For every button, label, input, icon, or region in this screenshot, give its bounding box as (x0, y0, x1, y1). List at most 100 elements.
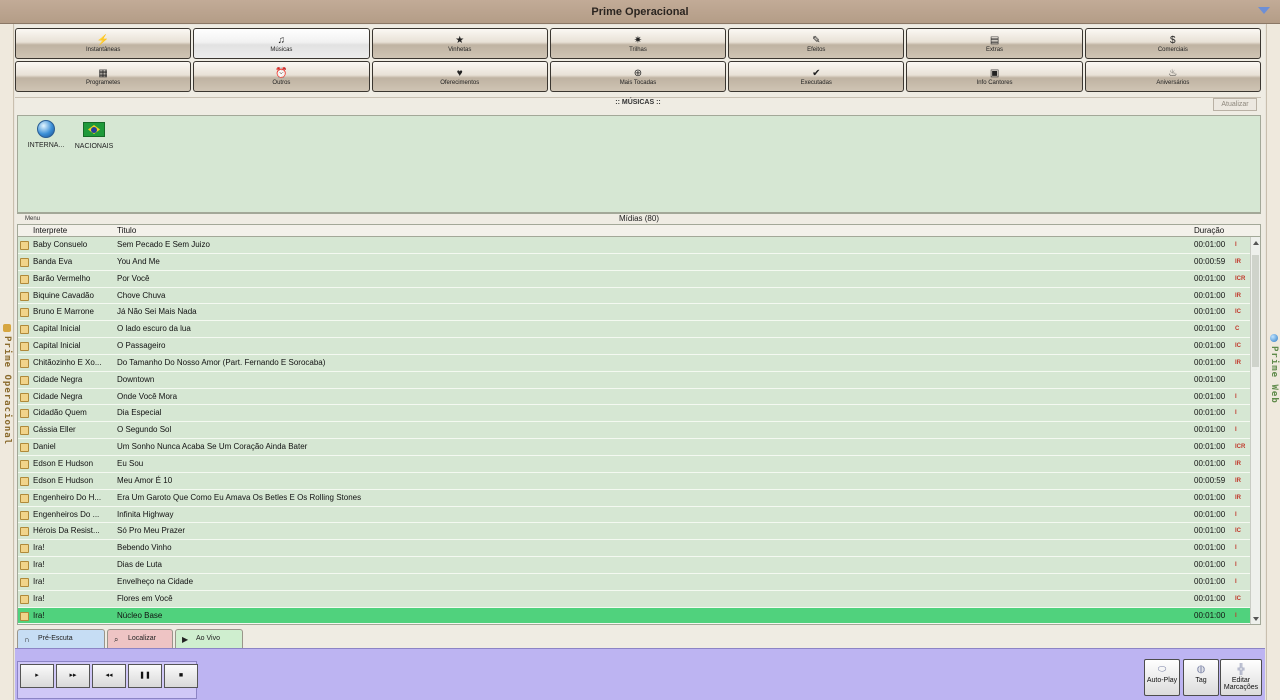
cell-titulo: Núcleo Base (117, 610, 163, 620)
category-toolbar-row-1: ⚡ Instantâneas ♫ Músicas ★ Vinhetas ✷ Trilhas ✎ E… (15, 28, 1261, 59)
table-scrollbar[interactable] (1250, 237, 1260, 624)
play-button[interactable]: ▸ (20, 664, 54, 688)
pause-button[interactable]: ❚❚ (128, 664, 162, 688)
category-button-programetes[interactable]: ▦ Programetes (15, 61, 192, 92)
tab-pre-escuta[interactable]: ∩ Pré-Escuta (17, 629, 105, 648)
cell-titulo: You And Me (117, 256, 160, 266)
category-button-musicas[interactable]: ♫ Músicas (193, 28, 370, 59)
cell-duracao: 00:01:00 (1194, 492, 1226, 502)
table-row[interactable]: Cidadão Quem Dia Especial 00:01:00 I (18, 405, 1260, 423)
action-label: Editar Marcações (1223, 677, 1259, 691)
category-button-info-cantores[interactable]: ▣ Info Cantores (906, 61, 1083, 92)
table-row[interactable]: Ira! Dias de Luta 00:01:00 I (18, 557, 1260, 574)
table-row[interactable]: Engenheiro Do H... Era Um Garoto Que Como… (18, 490, 1260, 507)
music-file-icon (20, 375, 29, 385)
table-row[interactable]: Ira! Envelheço na Cidade 00:01:00 I (18, 574, 1260, 591)
collapse-triangle-icon[interactable] (1258, 7, 1270, 14)
category-button-comerciais[interactable]: $ Comerciais (1084, 28, 1261, 59)
auto-play-button[interactable]: ⬭ Auto-Play (1144, 659, 1180, 696)
column-header-interprete[interactable]: Interprete (33, 226, 67, 235)
category-button-efeitos[interactable]: ✎ Efeitos (728, 28, 905, 59)
scroll-thumb[interactable] (1252, 255, 1259, 367)
music-file-icon (20, 274, 29, 284)
category-button-oferecimentos[interactable]: ♥ Oferecimentos (371, 61, 548, 92)
folder-nacionais[interactable]: NACIONAIS (68, 120, 120, 150)
cell-duracao: 00:01:00 (1194, 324, 1226, 334)
search-icon: ⌕ (114, 635, 119, 644)
table-row[interactable]: Capital Inicial O Passageiro 00:01:00 IC (18, 338, 1260, 355)
next-button[interactable]: ▸▸ (56, 664, 90, 688)
previous-button[interactable]: ◂◂ (92, 664, 126, 688)
category-button-trilhas[interactable]: ✷ Trilhas (549, 28, 727, 59)
table-row[interactable]: Engenheiros Do ... Infinita Highway 00:01:… (18, 507, 1260, 524)
cell-duracao: 00:01:00 (1194, 458, 1226, 468)
cell-interprete: Baby Consuelo (33, 240, 88, 249)
table-row[interactable]: Ira! Núcleo Base 00:01:00 I (18, 607, 1260, 624)
cell-duracao: 00:01:00 (1194, 526, 1226, 536)
prime-operacional-icon (3, 324, 11, 332)
category-button-outros[interactable]: ⏰ Outros (193, 61, 370, 92)
table-row[interactable]: Banda Eva You And Me 00:00:59 IR (18, 254, 1260, 271)
tab-label: Ao Vivo (196, 635, 220, 642)
scroll-up-icon[interactable] (1253, 241, 1259, 245)
cell-interprete: Capital Inicial (33, 341, 81, 351)
music-file-icon (20, 342, 29, 352)
cell-titulo: Dias de Luta (117, 560, 162, 570)
category-button-label: Efeitos (807, 46, 826, 53)
music-file-icon (20, 577, 29, 587)
column-header-duracao[interactable]: Duração (1194, 226, 1224, 235)
tab-label: Pré-Escuta (38, 635, 73, 642)
cell-titulo: O lado escuro da lua (117, 324, 191, 334)
category-button-aniversarios[interactable]: ♨ Aniversários (1084, 61, 1261, 92)
table-row[interactable]: Ira! Flores em Você 00:01:00 IC (18, 591, 1260, 608)
refresh-button[interactable]: Atualizar (1213, 98, 1257, 111)
cell-interprete: Cidade Negra (33, 391, 83, 401)
left-sidebar-label: Prime Operacional (2, 324, 12, 445)
category-button-extras[interactable]: ▤ Extras (906, 28, 1083, 59)
editar-marcacoes-button[interactable]: ╬ Editar Marcações (1220, 659, 1262, 696)
folder-internacionais[interactable]: INTERNA... (20, 120, 72, 149)
category-button-mais-tocadas[interactable]: ⊕ Mais Tocadas (549, 61, 727, 92)
table-row[interactable]: Cidade Negra Downtown 00:01:00 (18, 372, 1260, 389)
table-row[interactable]: Cássia Eller O Segundo Sol 00:01:00 I (18, 422, 1260, 440)
action-label: Auto-Play (1146, 677, 1178, 684)
alarm-clock-icon: ⏰ (275, 67, 288, 79)
table-row[interactable]: Hérois Da Resist... Só Pro Meu Prazer 00:0… (18, 523, 1260, 541)
category-button-executadas[interactable]: ✔ Executadas (728, 61, 905, 92)
table-row[interactable]: Capital Inicial O lado escuro da lua 00:01… (18, 321, 1260, 339)
table-row[interactable]: Chitãozinho E Xo... Do Tamanho Do Nosso A… (18, 355, 1260, 372)
table-row[interactable]: Edson E Hudson Eu Sou 00:01:00 IR (18, 456, 1260, 473)
tab-localizar[interactable]: ⌕ Localizar (107, 629, 173, 648)
cell-duracao: 00:01:00 (1194, 290, 1226, 300)
cell-flags: IR (1235, 477, 1241, 484)
category-button-instantaneas[interactable]: ⚡ Instantâneas (15, 28, 192, 59)
tab-ao-vivo[interactable]: ▶ Ao Vivo (175, 629, 243, 648)
stop-button[interactable]: ■ (164, 664, 198, 688)
table-row[interactable]: Daniel Um Sonho Nunca Acaba Se Um Coração… (18, 439, 1260, 456)
table-row[interactable]: Edson E Hudson Meu Amor É 10 00:00:59 IR (18, 473, 1260, 490)
music-file-icon (20, 257, 29, 267)
category-button-vinhetas[interactable]: ★ Vinhetas (371, 28, 548, 59)
table-row[interactable]: Biquine Cavadão Chove Chuva 00:01:00 IR (18, 288, 1260, 305)
cell-titulo: O Segundo Sol (117, 425, 172, 435)
table-row[interactable]: Baby Consuelo Sem Pecado E Sem Juizo 00:01… (18, 237, 1260, 254)
table-row[interactable]: Bruno E Marrone Já Não Sei Mais Nada 00:01… (18, 304, 1260, 322)
table-row[interactable]: Barão Vermelho Por Você 00:01:00 ICR (18, 271, 1260, 288)
table-row[interactable]: Ira! Bebendo Vinho 00:01:00 I (18, 540, 1260, 558)
cell-flags: IR (1235, 359, 1241, 366)
table-row[interactable]: Cidade Negra Onde Você Mora 00:01:00 I (18, 389, 1260, 406)
cell-titulo: Já Não Sei Mais Nada (117, 307, 197, 317)
scroll-down-icon[interactable] (1253, 617, 1259, 621)
tag-button[interactable]: ◍ Tag (1183, 659, 1219, 696)
music-file-icon (20, 594, 29, 604)
cell-interprete: Cássia Eller (33, 425, 76, 435)
column-header-titulo[interactable]: Titulo (117, 226, 136, 235)
left-sidebar-tab[interactable]: Prime Operacional (0, 24, 14, 700)
notes-icon: ▤ (989, 34, 1000, 46)
music-file-icon (20, 611, 29, 621)
right-sidebar-tab[interactable]: Prime Web (1266, 24, 1280, 700)
globe-icon (37, 120, 55, 138)
fingerprint-icon: ◍ (1196, 664, 1206, 675)
media-table: Interprete Titulo Duração Baby Consuelo S… (17, 224, 1261, 625)
cell-interprete: Chitãozinho E Xo... (33, 357, 102, 367)
